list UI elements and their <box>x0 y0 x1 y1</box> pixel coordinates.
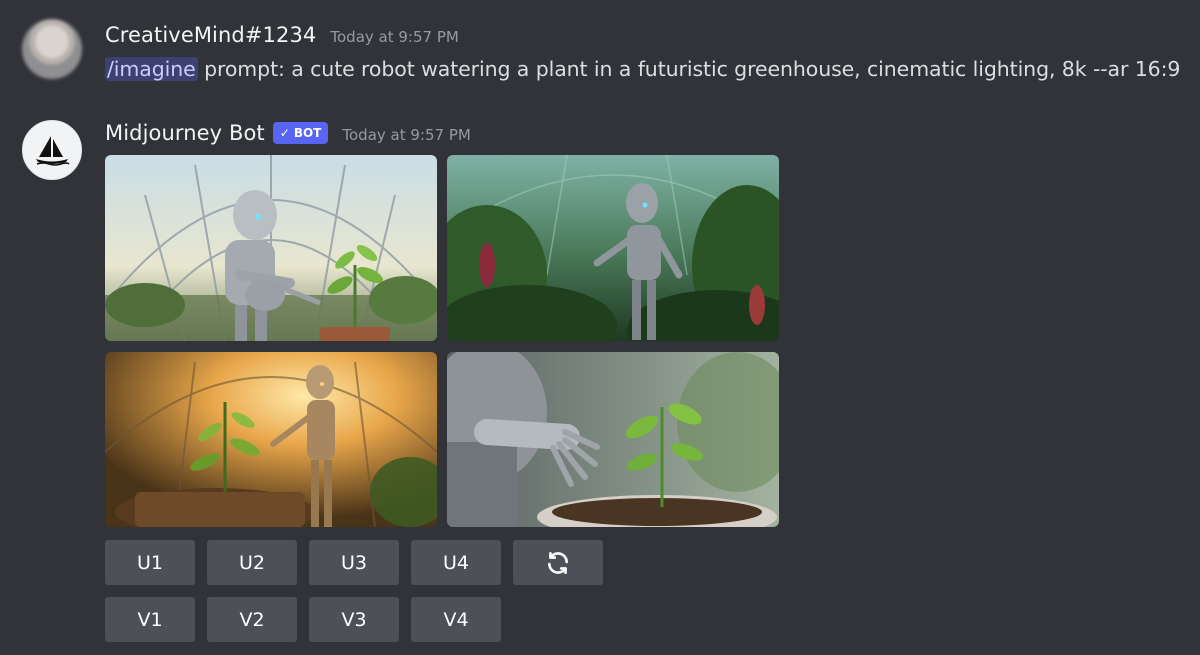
sailboat-logo-icon <box>36 136 70 166</box>
prompt-text: prompt: a cute robot watering a plant in… <box>197 57 1181 81</box>
bot-message-header: Midjourney Bot ✓ BOT Today at 9:57 PM <box>105 121 471 147</box>
variation-button-4[interactable]: V4 <box>411 597 501 642</box>
upscale-button-2[interactable]: U2 <box>207 540 297 585</box>
variation-button-2[interactable]: V2 <box>207 597 297 642</box>
refresh-icon <box>548 551 568 574</box>
image-grid <box>105 155 779 528</box>
user-message-header: CreativeMind#1234 Today at 9:57 PM <box>105 23 459 47</box>
bot-timestamp: Today at 9:57 PM <box>342 126 471 144</box>
variation-button-1[interactable]: V1 <box>105 597 195 642</box>
bot-badge-label: BOT <box>293 126 322 140</box>
bot-avatar[interactable] <box>22 120 82 180</box>
bot-username[interactable]: Midjourney Bot <box>105 121 265 145</box>
generated-image-1 <box>105 155 437 341</box>
verified-check-icon: ✓ <box>279 126 290 140</box>
variation-button-row: V1 V2 V3 V4 <box>105 597 501 642</box>
generated-image-4 <box>447 352 779 527</box>
upscale-button-1[interactable]: U1 <box>105 540 195 585</box>
bot-badge: ✓ BOT <box>272 122 329 144</box>
user-username[interactable]: CreativeMind#1234 <box>105 23 316 47</box>
upscale-button-row: U1 U2 U3 U4 <box>105 540 603 585</box>
user-timestamp: Today at 9:57 PM <box>330 28 459 46</box>
user-avatar[interactable] <box>22 19 82 79</box>
variation-button-3[interactable]: V3 <box>309 597 399 642</box>
reroll-button[interactable] <box>513 540 603 585</box>
image-tile-1[interactable] <box>105 155 437 341</box>
image-tile-4[interactable] <box>447 352 779 527</box>
user-message-content: /imagine prompt: a cute robot watering a… <box>105 57 1180 81</box>
generated-image-2 <box>447 155 779 341</box>
generated-image-3 <box>105 352 437 527</box>
upscale-button-3[interactable]: U3 <box>309 540 399 585</box>
command-mention[interactable]: /imagine <box>105 57 198 81</box>
image-tile-3[interactable] <box>105 352 437 527</box>
image-tile-2[interactable] <box>447 155 779 341</box>
upscale-button-4[interactable]: U4 <box>411 540 501 585</box>
